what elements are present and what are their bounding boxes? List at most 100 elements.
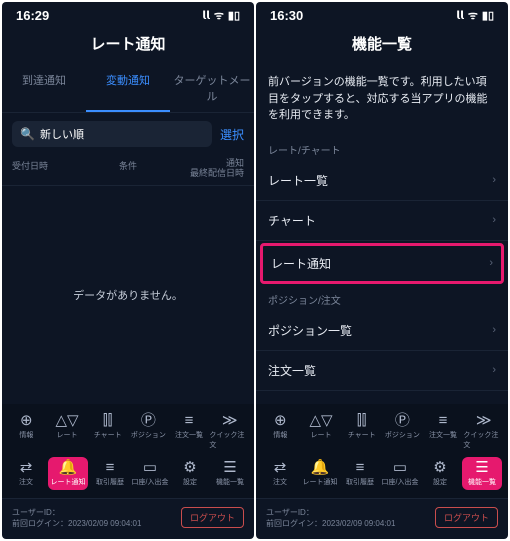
search-row: 🔍 新しい順 選択 [2, 113, 254, 155]
status-icons: 𝗹𝗹 ᯤ ▮▯ [202, 8, 240, 23]
nav-orders[interactable]: ≡注文一覧 [423, 410, 464, 453]
chevron-right-icon: › [492, 214, 496, 226]
nav-info[interactable]: ⊕情報 [260, 410, 301, 453]
history-icon: ≡ [106, 460, 115, 475]
wifi-icon: ᯤ [214, 8, 224, 23]
section-rate-chart: レート/チャート [256, 136, 508, 161]
nav-quick-order[interactable]: ≫クイック注文 [463, 410, 504, 453]
menu-icon: ☰ [475, 460, 488, 475]
section-position-order: ポジション/注文 [256, 286, 508, 311]
bottom-nav: ⊕情報 △▽レート ⫿⫿チャート Ⓟポジション ≡注文一覧 ≫クイック注文 ⇄注… [2, 404, 254, 498]
signal-icon: 𝗹𝗹 [456, 9, 464, 22]
chevron-right-icon: › [492, 364, 496, 376]
swap-icon: ⇄ [274, 460, 287, 475]
tab-arrival[interactable]: 到達通知 [2, 64, 86, 112]
nav-features[interactable]: ☰機能一覧 [210, 457, 250, 490]
item-order-list[interactable]: 注文一覧› [256, 351, 508, 391]
card-icon: ▭ [143, 460, 157, 475]
tab-target-mail[interactable]: ターゲットメール [170, 64, 254, 112]
nav-orders[interactable]: ≡注文一覧 [169, 410, 210, 453]
page-description: 前バージョンの機能一覧です。利用したい項目をタップすると、対応する当アプリの機能… [256, 64, 508, 136]
bell-icon: 🔔 [59, 460, 78, 475]
sort-selector[interactable]: 🔍 新しい順 [12, 121, 212, 147]
nav-rate-notice[interactable]: 🔔レート通知 [48, 457, 88, 490]
status-icons: 𝗹𝗹 ᯤ ▮▯ [456, 8, 494, 23]
bell-icon: 🔔 [311, 460, 330, 475]
select-button[interactable]: 選択 [220, 126, 244, 143]
nav-rate-notice[interactable]: 🔔レート通知 [300, 457, 340, 490]
card-icon: ▭ [393, 460, 407, 475]
nav-info[interactable]: ⊕情報 [6, 410, 47, 453]
nav-account[interactable]: ▭口座/入出金 [130, 457, 170, 490]
logout-button[interactable]: ログアウト [181, 507, 244, 528]
chevron-right-icon: › [492, 324, 496, 336]
quick-icon: ≫ [476, 413, 492, 428]
nav-row-1: ⊕情報 △▽レート ⫿⫿チャート Ⓟポジション ≡注文一覧 ≫クイック注文 [260, 410, 504, 453]
item-position-list[interactable]: ポジション一覧› [256, 311, 508, 351]
status-time: 16:30 [270, 8, 303, 23]
gear-icon: ⚙ [183, 460, 196, 475]
status-bar: 16:29 𝗹𝗹 ᯤ ▮▯ [2, 2, 254, 25]
swap-icon: ⇄ [20, 460, 33, 475]
nav-row-2: ⇄注文 🔔レート通知 ≡取引履歴 ▭口座/入出金 ⚙設定 ☰機能一覧 [6, 457, 250, 490]
chevron-right-icon: › [492, 174, 496, 186]
rate-icon: △▽ [309, 413, 332, 428]
item-chart[interactable]: チャート› [256, 201, 508, 241]
chart-icon: ⫿⫿ [357, 413, 367, 428]
chart-icon: ⫿⫿ [103, 413, 113, 428]
globe-icon: ⊕ [274, 413, 287, 428]
phone-right: 16:30 𝗹𝗹 ᯤ ▮▯ 機能一覧 前バージョンの機能一覧です。利用したい項目… [256, 2, 508, 539]
item-quick-order[interactable]: クイック注文› [256, 391, 508, 404]
nav-quick-order[interactable]: ≫クイック注文 [209, 410, 250, 453]
nav-settings[interactable]: ⚙設定 [170, 457, 210, 490]
nav-row-2: ⇄注文 🔔レート通知 ≡取引履歴 ▭口座/入出金 ⚙設定 ☰機能一覧 [260, 457, 504, 490]
tabs: 到達通知 変動通知 ターゲットメール [2, 64, 254, 113]
quick-icon: ≫ [222, 413, 238, 428]
nav-history[interactable]: ≡取引履歴 [90, 457, 130, 490]
chevron-right-icon: › [489, 257, 493, 269]
footer-info: ユーザーID： 前回ログイン：2023/02/09 09:04:01 [266, 507, 395, 529]
col-datetime: 受付日時 [12, 159, 89, 179]
nav-rate[interactable]: △▽レート [47, 410, 88, 453]
sort-value: 新しい順 [40, 126, 84, 142]
nav-chart[interactable]: ⫿⫿チャート [87, 410, 128, 453]
empty-state: データがありません。 [2, 186, 254, 404]
position-icon: Ⓟ [141, 413, 156, 428]
list-icon: ≡ [439, 413, 448, 428]
col-notice: 通知 最終配信日時 [167, 159, 244, 179]
nav-features[interactable]: ☰機能一覧 [462, 457, 502, 490]
history-icon: ≡ [356, 460, 365, 475]
nav-order[interactable]: ⇄注文 [6, 457, 46, 490]
nav-chart[interactable]: ⫿⫿チャート [341, 410, 382, 453]
footer: ユーザーID： 前回ログイン：2023/02/09 09:04:01 ログアウト [256, 498, 508, 539]
gear-icon: ⚙ [433, 460, 446, 475]
nav-rate[interactable]: △▽レート [301, 410, 342, 453]
nav-row-1: ⊕情報 △▽レート ⫿⫿チャート Ⓟポジション ≡注文一覧 ≫クイック注文 [6, 410, 250, 453]
position-icon: Ⓟ [395, 413, 410, 428]
globe-icon: ⊕ [20, 413, 33, 428]
signal-icon: 𝗹𝗹 [202, 9, 210, 22]
nav-settings[interactable]: ⚙設定 [420, 457, 460, 490]
status-time: 16:29 [16, 8, 49, 23]
battery-icon: ▮▯ [228, 9, 240, 22]
nav-order[interactable]: ⇄注文 [260, 457, 300, 490]
bottom-nav: ⊕情報 △▽レート ⫿⫿チャート Ⓟポジション ≡注文一覧 ≫クイック注文 ⇄注… [256, 404, 508, 498]
tab-change[interactable]: 変動通知 [86, 64, 170, 112]
search-icon: 🔍 [20, 127, 35, 141]
battery-icon: ▮▯ [482, 9, 494, 22]
footer-info: ユーザーID： 前回ログイン：2023/02/09 09:04:01 [12, 507, 141, 529]
menu-icon: ☰ [223, 460, 236, 475]
column-headers: 受付日時 条件 通知 最終配信日時 [2, 155, 254, 186]
item-rate-notice[interactable]: レート通知› [260, 243, 504, 284]
list-icon: ≡ [185, 413, 194, 428]
nav-account[interactable]: ▭口座/入出金 [380, 457, 420, 490]
item-rate-list[interactable]: レート一覧› [256, 161, 508, 201]
page-title: レート通知 [2, 25, 254, 64]
nav-position[interactable]: Ⓟポジション [128, 410, 169, 453]
status-bar: 16:30 𝗹𝗹 ᯤ ▮▯ [256, 2, 508, 25]
nav-history[interactable]: ≡取引履歴 [340, 457, 380, 490]
footer: ユーザーID： 前回ログイン：2023/02/09 09:04:01 ログアウト [2, 498, 254, 539]
logout-button[interactable]: ログアウト [435, 507, 498, 528]
nav-position[interactable]: Ⓟポジション [382, 410, 423, 453]
feature-list: レート/チャート レート一覧› チャート› レート通知› ポジション/注文 ポジ… [256, 136, 508, 404]
